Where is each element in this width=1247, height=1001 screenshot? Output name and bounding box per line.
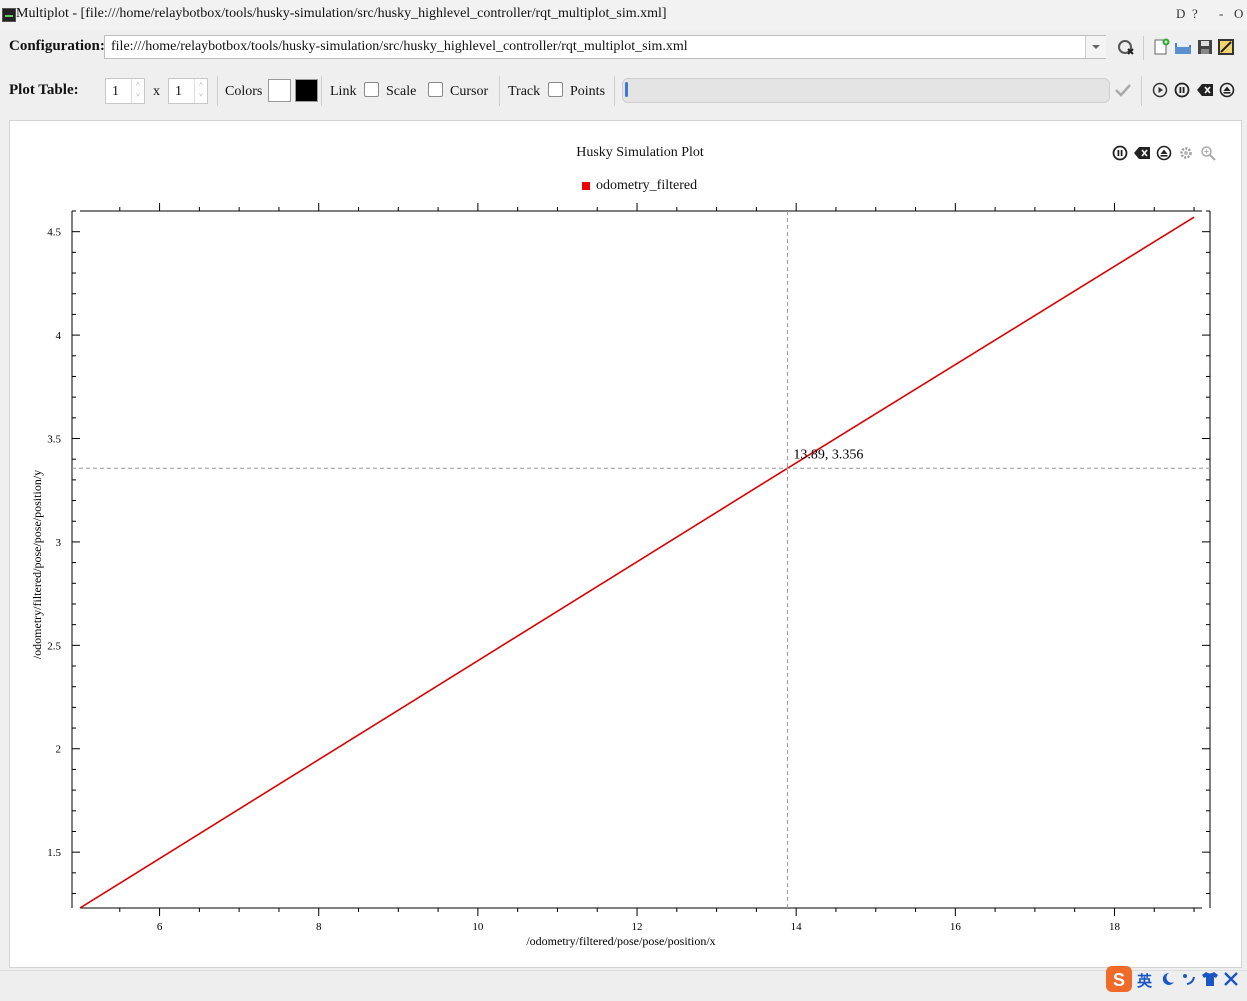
tools-icon[interactable]	[1223, 971, 1239, 987]
ime-language-label[interactable]: 英	[1137, 970, 1152, 991]
moon-icon[interactable]	[1159, 971, 1175, 987]
x-axis-label: /odometry/filtered/pose/pose/position/x	[526, 934, 715, 948]
y-tick-label: 3	[56, 537, 62, 549]
skin-shirt-icon[interactable]	[1201, 971, 1219, 987]
axis-ticks: 6 8 10 12 14 16 18 1.5 2 2.5 3 3.5 4 4.5	[47, 203, 1210, 933]
y-tick-label: 3.5	[47, 434, 61, 446]
x-tick-label: 8	[316, 921, 322, 933]
series-layer	[79, 216, 1195, 909]
y-axis-label: /odometry/filtered/pose/pose/position/y	[30, 470, 44, 659]
x-tick-label: 12	[632, 921, 643, 933]
y-tick-label: 2	[56, 744, 62, 756]
system-tray: S 英	[1105, 965, 1245, 995]
svg-text:S: S	[1113, 970, 1125, 990]
chart-canvas[interactable]: 6 8 10 12 14 16 18 1.5 2 2.5 3 3.5 4 4.5 /odometry/fi…	[0, 0, 1247, 1000]
status-bar	[0, 970, 1247, 1001]
y-tick-label: 4	[56, 330, 62, 342]
punctuation-icon[interactable]	[1181, 971, 1197, 987]
y-tick-label: 2.5	[47, 640, 61, 652]
y-tick-label: 1.5	[47, 847, 61, 859]
x-tick-label: 16	[950, 921, 962, 933]
sogou-ime-icon[interactable]: S	[1105, 965, 1133, 993]
x-tick-label: 6	[157, 921, 163, 933]
cursor-readout: 13.89, 3.356	[793, 447, 863, 462]
x-tick-label: 18	[1109, 921, 1121, 933]
x-tick-label: 10	[472, 921, 484, 933]
series-line-odometry_filtered	[79, 216, 1195, 909]
y-tick-label: 4.5	[47, 227, 61, 239]
x-tick-label: 14	[791, 921, 803, 933]
